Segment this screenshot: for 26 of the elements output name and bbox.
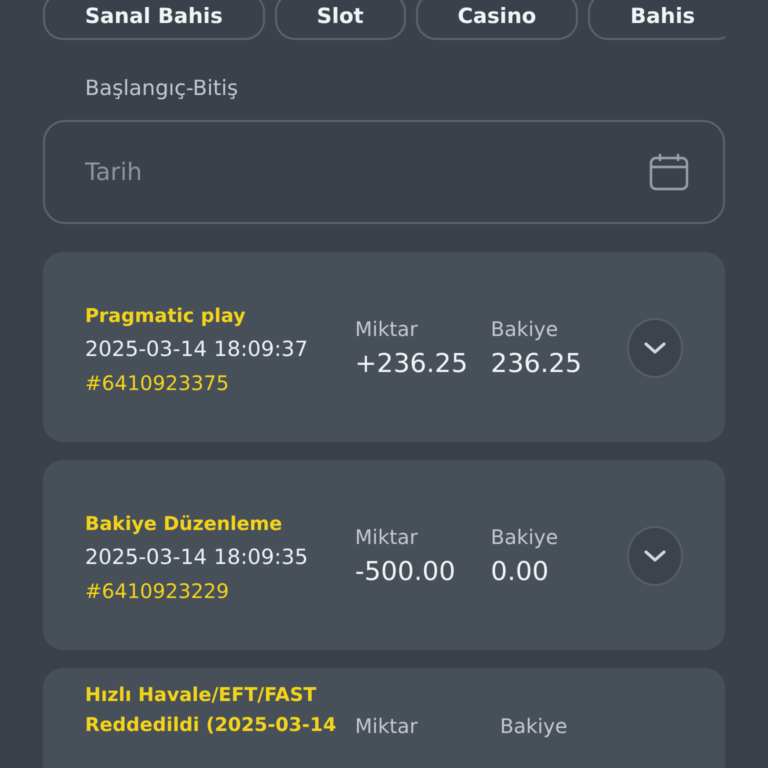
amount-label: Miktar	[355, 525, 419, 549]
transaction-date: 2025-03-14 18:09:37	[85, 337, 310, 361]
transaction-title: Hızlı Havale/EFT/FAST Reddedildi (2025-03-14	[85, 683, 338, 738]
category-tab[interactable]: Slot	[274, 0, 406, 40]
balance-label: Bakiye	[490, 317, 560, 341]
category-tab[interactable]: Casino	[416, 0, 578, 40]
balance-value: 236.25	[490, 349, 583, 379]
transaction-title: Pragmatic play	[85, 304, 247, 329]
category-tab[interactable]: Sanal Bahis	[43, 0, 265, 40]
calendar-icon	[649, 153, 689, 191]
date-range-label: Başlangıç-Bitiş	[85, 76, 240, 100]
amount-label: Miktar	[355, 714, 419, 738]
chevron-down-icon	[644, 550, 666, 562]
date-field[interactable]: Tarih	[43, 120, 725, 224]
balance-value: 0.00	[490, 557, 550, 587]
chevron-down-icon	[644, 342, 666, 354]
category-tab[interactable]: Bahis	[588, 0, 725, 40]
transaction-id: #6410923375	[85, 371, 230, 395]
transaction-id: #6410923229	[85, 579, 230, 603]
transaction-date: 2025-03-14 18:09:35	[85, 545, 310, 569]
balance-label: Bakiye	[500, 714, 568, 738]
amount-value: +236.25	[355, 349, 469, 379]
amount-label: Miktar	[355, 317, 419, 341]
balance-label: Bakiye	[490, 525, 560, 549]
transaction-title: Bakiye Düzenleme	[85, 512, 284, 537]
amount-value: -500.00	[355, 557, 456, 587]
